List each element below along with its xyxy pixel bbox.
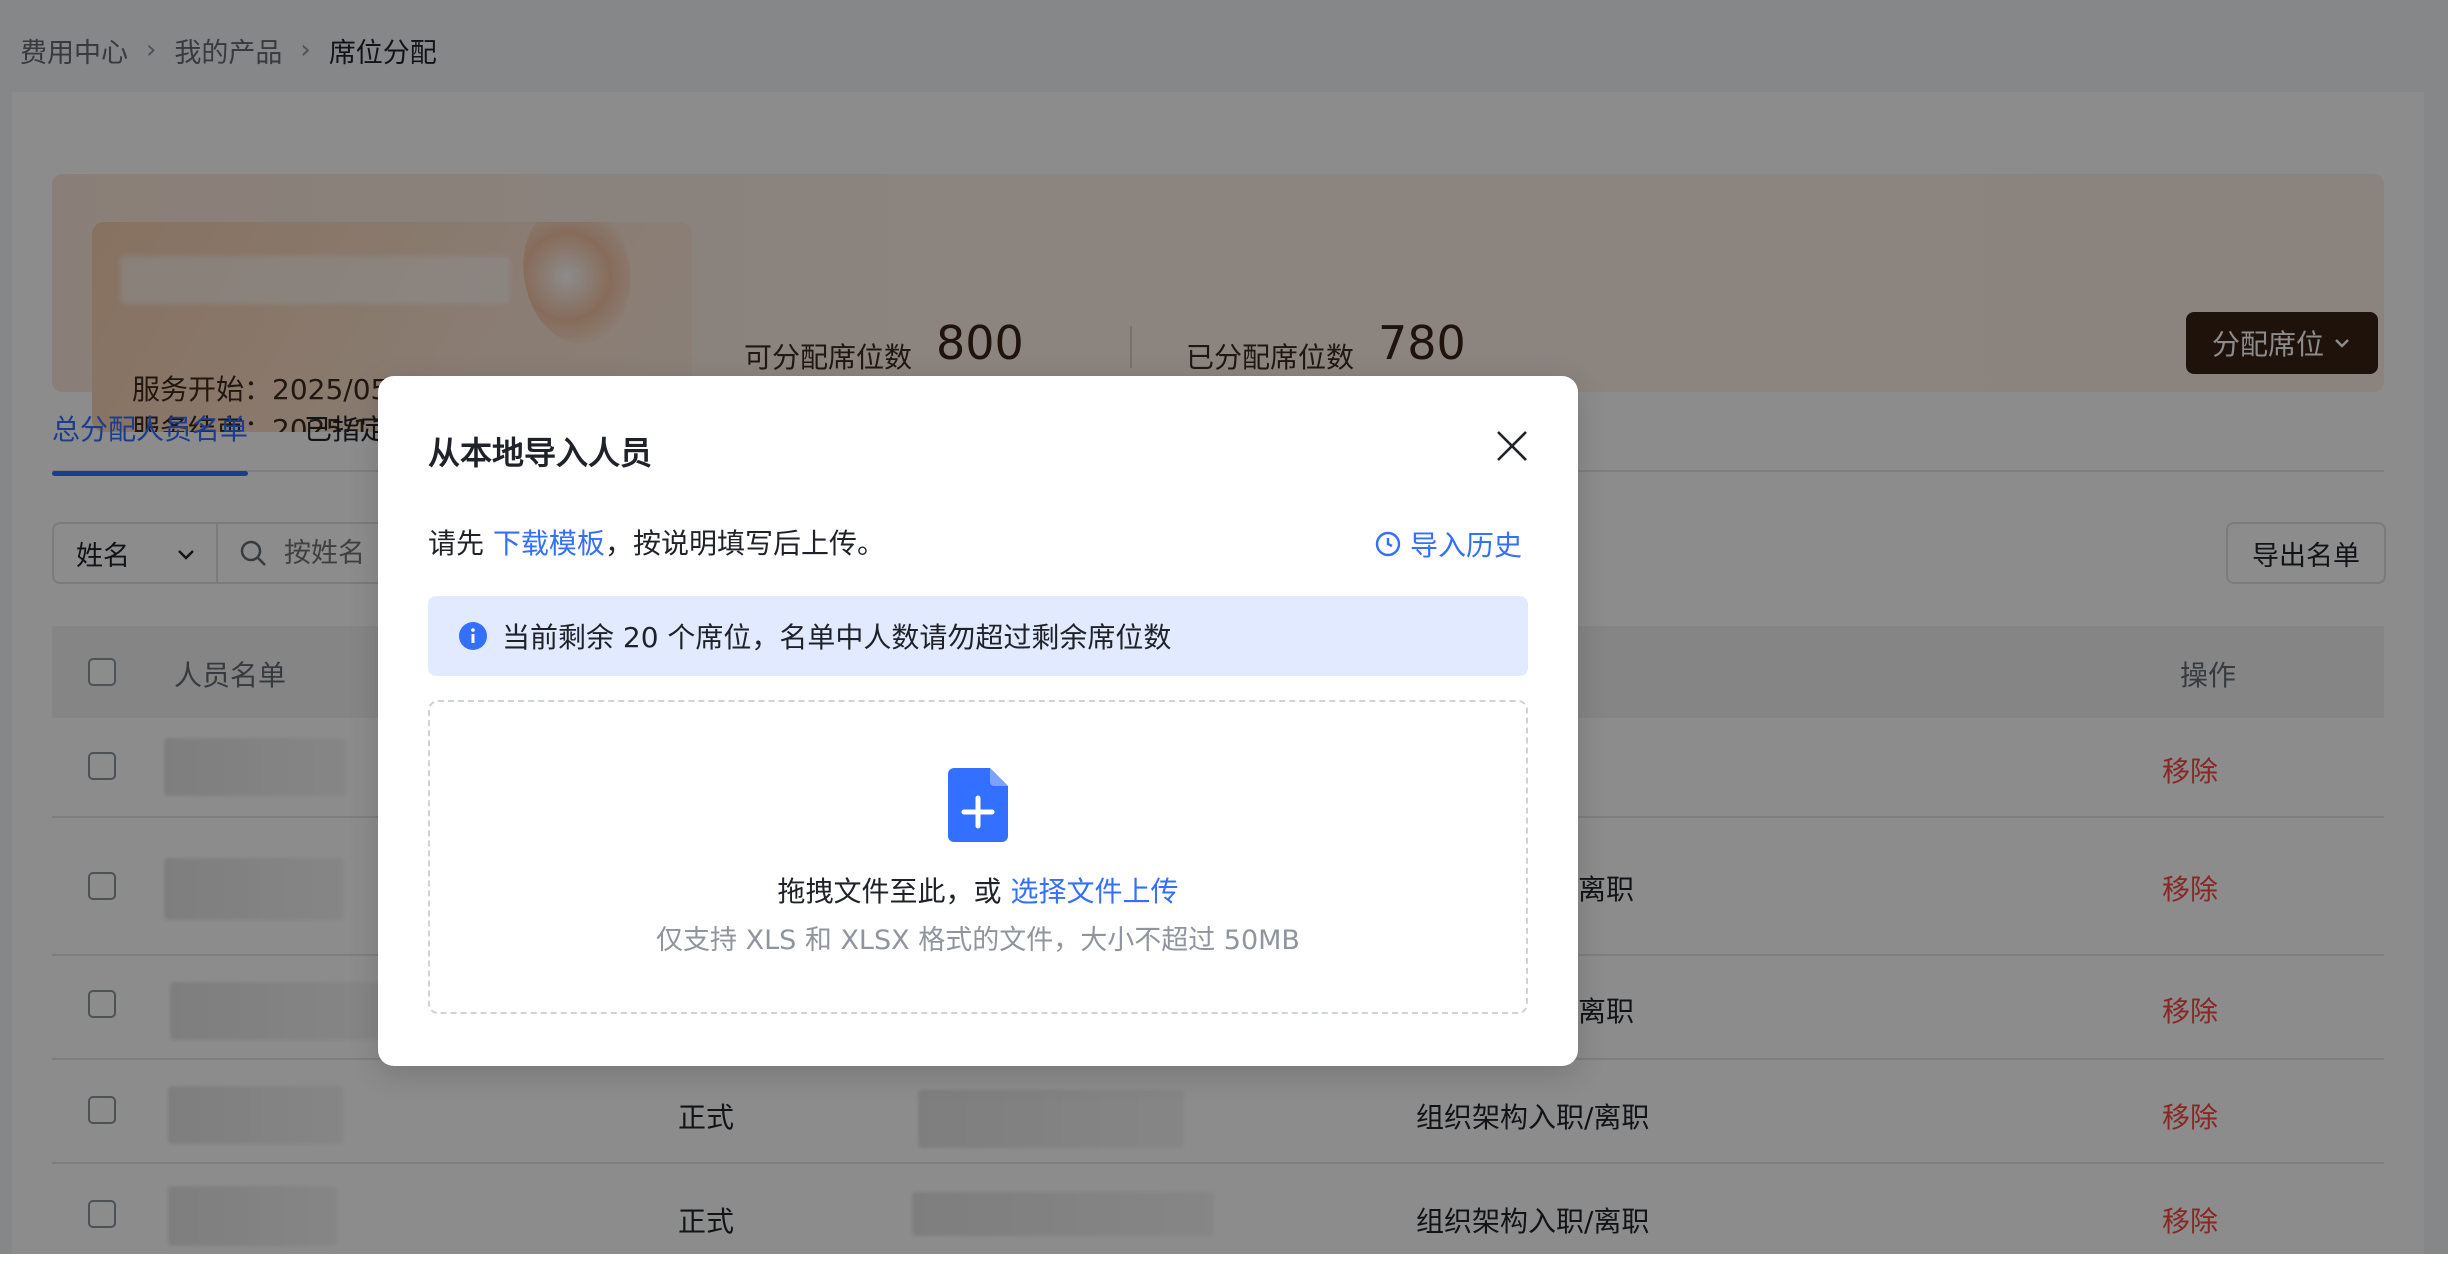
file-add-icon (948, 768, 1008, 842)
notice-text: 当前剩余 20 个席位，名单中人数请勿超过剩余席位数 (502, 621, 1172, 654)
modal-title: 从本地导入人员 (428, 434, 653, 472)
modal-description: 请先 下载模板，按说明填写后上传。 (428, 522, 885, 562)
select-file-link[interactable]: 选择文件上传 (1010, 875, 1178, 908)
close-icon[interactable] (1492, 426, 1532, 466)
desc-prefix: 请先 (428, 527, 485, 560)
import-history-link[interactable]: 导入历史 (1374, 524, 1522, 564)
dropzone-text: 拖拽文件至此，或 选择文件上传 (430, 870, 1526, 910)
seat-notice: 当前剩余 20 个席位，名单中人数请勿超过剩余席位数 (428, 596, 1528, 676)
info-icon (459, 622, 487, 650)
drop-text: 拖拽文件至此，或 (777, 875, 1002, 908)
file-dropzone[interactable]: 拖拽文件至此，或 选择文件上传 仅支持 XLS 和 XLSX 格式的文件，大小不… (428, 700, 1528, 1014)
download-template-link[interactable]: 下载模板 (493, 527, 605, 560)
desc-suffix: ，按说明填写后上传。 (604, 527, 885, 560)
dropzone-hint: 仅支持 XLS 和 XLSX 格式的文件，大小不超过 50MB (656, 925, 1300, 956)
clock-icon (1375, 531, 1401, 557)
import-modal: 从本地导入人员 请先 下载模板，按说明填写后上传。 导入历史 当前剩余 20 个… (378, 376, 1578, 1066)
import-history-label: 导入历史 (1410, 529, 1523, 562)
